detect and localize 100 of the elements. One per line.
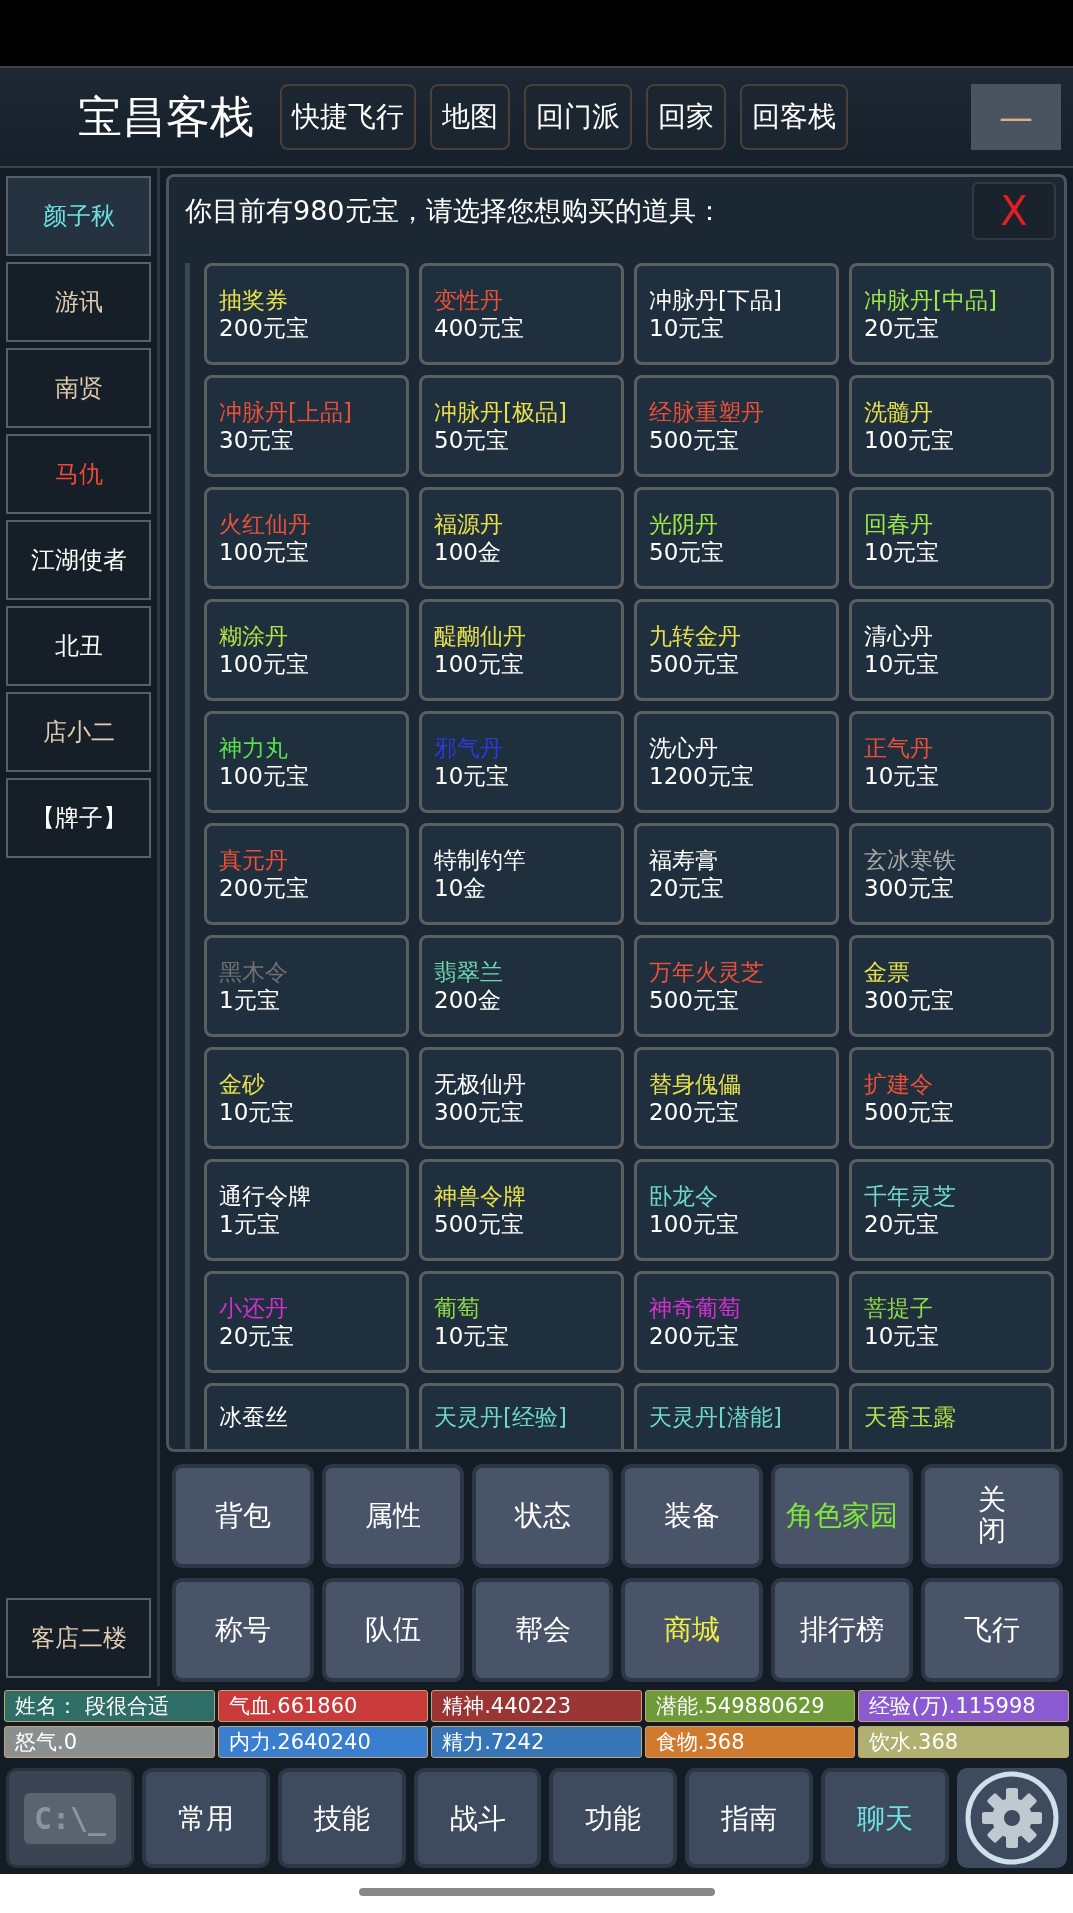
shop-item[interactable]: 菩提子 10元宝: [849, 1271, 1054, 1373]
shop-item[interactable]: 翡翠兰 200金: [419, 935, 624, 1037]
menu-button[interactable]: 关闭: [921, 1464, 1063, 1568]
nav-button[interactable]: 回家: [646, 84, 726, 150]
shop-item[interactable]: 真元丹 200元宝: [204, 823, 409, 925]
item-price: 100元宝: [219, 651, 309, 678]
shop-item[interactable]: 醍醐仙丹 100元宝: [419, 599, 624, 701]
menu-button[interactable]: 状态: [471, 1464, 614, 1568]
shop-item[interactable]: 特制钓竿 10金: [419, 823, 624, 925]
menu-button[interactable]: 队伍: [321, 1578, 464, 1682]
menu-button[interactable]: 属性: [321, 1464, 464, 1568]
shop-item[interactable]: 福源丹 100金: [419, 487, 624, 589]
npc-item[interactable]: 游讯: [6, 262, 151, 342]
shop-item[interactable]: 扩建令 500元宝: [849, 1047, 1054, 1149]
item-name: 特制钓竿: [434, 846, 526, 873]
item-name: 通行令牌: [219, 1182, 311, 1209]
item-name: 天香玉露: [864, 1404, 956, 1431]
shop-item[interactable]: 无极仙丹 300元宝: [419, 1047, 624, 1149]
item-name: 冰蚕丝: [219, 1404, 288, 1431]
shop-item[interactable]: 回春丹 10元宝: [849, 487, 1054, 589]
npc-item[interactable]: 北丑: [6, 606, 151, 686]
home-indicator[interactable]: [358, 1888, 715, 1896]
shop-item[interactable]: 金砂 10元宝: [204, 1047, 409, 1149]
bottom-tab[interactable]: 聊天: [821, 1768, 949, 1868]
shop-item[interactable]: 千年灵芝 20元宝: [849, 1159, 1054, 1261]
stat-bar: 潜能.549880629: [644, 1690, 856, 1722]
shop-item[interactable]: 万年火灵芝 500元宝: [634, 935, 839, 1037]
shop-item[interactable]: 冲脉丹[下品] 10元宝: [634, 263, 839, 365]
bottom-tab[interactable]: 常用: [142, 1768, 270, 1868]
shop-item[interactable]: 替身傀儡 200元宝: [634, 1047, 839, 1149]
shop-item[interactable]: 神奇葡萄 200元宝: [634, 1271, 839, 1373]
shop-item[interactable]: 福寿膏 20元宝: [634, 823, 839, 925]
item-price: 1元宝: [219, 987, 280, 1014]
npc-item[interactable]: 南贤: [6, 348, 151, 428]
shop-item[interactable]: 小还丹 20元宝: [204, 1271, 409, 1373]
minimize-button[interactable]: —: [971, 84, 1061, 150]
item-name: 经脉重塑丹: [649, 398, 764, 425]
shop-item[interactable]: 正气丹 10元宝: [849, 711, 1054, 813]
npc-item[interactable]: 颜子秋: [6, 176, 151, 256]
shop-item[interactable]: 冲脉丹[极品] 50元宝: [419, 375, 624, 477]
menu-button[interactable]: 飞行: [921, 1578, 1063, 1682]
menu-button[interactable]: 排行榜: [771, 1578, 914, 1682]
menu-button[interactable]: 商城: [621, 1578, 764, 1682]
item-name: 黑木令: [219, 958, 288, 985]
menu-button[interactable]: 称号: [172, 1578, 314, 1682]
item-price: 10金: [434, 875, 487, 902]
shop-item[interactable]: 冲脉丹[上品] 30元宝: [204, 375, 409, 477]
shop-item[interactable]: 神兽令牌 500元宝: [419, 1159, 624, 1261]
shop-item[interactable]: 葡萄 10元宝: [419, 1271, 624, 1373]
shop-item[interactable]: 邪气丹 10元宝: [419, 711, 624, 813]
shop-item[interactable]: 光阴丹 50元宝: [634, 487, 839, 589]
scroll-bar[interactable]: [185, 263, 190, 1449]
item-name: 洗髓丹: [864, 398, 933, 425]
menu-button[interactable]: 角色家园: [771, 1464, 914, 1568]
shop-item[interactable]: 火红仙丹 100元宝: [204, 487, 409, 589]
nav-button[interactable]: 回客栈: [740, 84, 848, 150]
shop-item[interactable]: 金票 300元宝: [849, 935, 1054, 1037]
menu-button[interactable]: 装备: [621, 1464, 764, 1568]
npc-item[interactable]: 【牌子】: [6, 778, 151, 858]
item-name: 神奇葡萄: [649, 1294, 741, 1321]
bottom-tab[interactable]: 功能: [549, 1768, 678, 1868]
nav-button[interactable]: 快捷飞行: [280, 84, 416, 150]
shop-item[interactable]: 九转金丹 500元宝: [634, 599, 839, 701]
shop-item[interactable]: 天灵丹[潜能]: [634, 1383, 839, 1449]
bottom-tab[interactable]: 指南: [685, 1768, 814, 1868]
shop-item[interactable]: 糊涂丹 100元宝: [204, 599, 409, 701]
menu-button[interactable]: 背包: [172, 1464, 314, 1568]
shop-item[interactable]: 洗心丹 1200元宝: [634, 711, 839, 813]
shop-item[interactable]: 黑木令 1元宝: [204, 935, 409, 1037]
npc-item[interactable]: 江湖使者: [6, 520, 151, 600]
shop-item[interactable]: 天灵丹[经验]: [419, 1383, 624, 1449]
nav-button[interactable]: 地图: [430, 84, 510, 150]
item-name: 冲脉丹[下品]: [649, 286, 782, 313]
bottom-tab[interactable]: 战斗: [413, 1768, 542, 1868]
item-price: 10元宝: [434, 763, 510, 790]
shop-item[interactable]: 洗髓丹 100元宝: [849, 375, 1054, 477]
item-price: 200元宝: [219, 875, 309, 902]
shop-item[interactable]: 变性丹 400元宝: [419, 263, 624, 365]
item-price: 500元宝: [649, 651, 739, 678]
shop-item[interactable]: 经脉重塑丹 500元宝: [634, 375, 839, 477]
settings-icon[interactable]: [963, 1770, 1060, 1866]
shop-item[interactable]: 抽奖券 200元宝: [204, 263, 409, 365]
npc-item[interactable]: 店小二: [6, 692, 151, 772]
shop-item[interactable]: 卧龙令 100元宝: [634, 1159, 839, 1261]
nav-button[interactable]: 回门派: [524, 84, 632, 150]
shop-item[interactable]: 玄冰寒铁 300元宝: [849, 823, 1054, 925]
item-name: 翡翠兰: [434, 958, 503, 985]
shop-item[interactable]: 神力丸 100元宝: [204, 711, 409, 813]
shop-item[interactable]: 冲脉丹[中品] 20元宝: [849, 263, 1054, 365]
bottom-tab[interactable]: 技能: [277, 1768, 406, 1868]
shop-item[interactable]: 通行令牌 1元宝: [204, 1159, 409, 1261]
shop-item[interactable]: 清心丹 10元宝: [849, 599, 1054, 701]
item-price: 100金: [434, 539, 501, 566]
item-price: 300元宝: [864, 987, 954, 1014]
floor-button[interactable]: 客店二楼: [6, 1598, 151, 1678]
item-price: 10元宝: [864, 1323, 940, 1350]
menu-button[interactable]: 帮会: [471, 1578, 614, 1682]
shop-item[interactable]: 天香玉露: [849, 1383, 1054, 1449]
npc-item[interactable]: 马仇: [6, 434, 151, 514]
shop-item[interactable]: 冰蚕丝: [204, 1383, 409, 1449]
